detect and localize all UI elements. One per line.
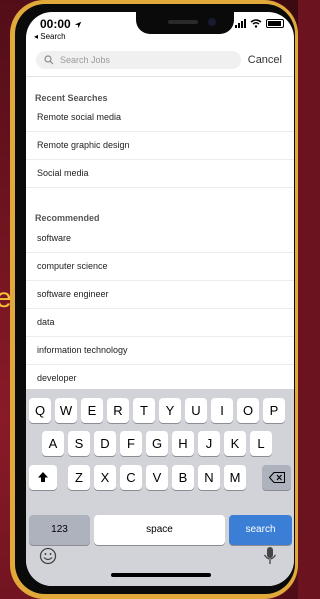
key-p[interactable]: P	[263, 398, 285, 423]
key-w[interactable]: W	[55, 398, 77, 423]
key-v[interactable]: V	[146, 465, 168, 490]
wifi-icon	[250, 19, 262, 28]
key-z[interactable]: Z	[68, 465, 90, 490]
notch	[136, 12, 234, 34]
search-input[interactable]	[60, 53, 230, 67]
key-a[interactable]: A	[42, 431, 64, 456]
key-b[interactable]: B	[172, 465, 194, 490]
recommended-label: information technology	[37, 345, 128, 355]
key-i[interactable]: I	[211, 398, 233, 423]
emoji-icon[interactable]	[39, 547, 57, 565]
delete-key[interactable]	[262, 465, 291, 490]
camera	[208, 18, 216, 26]
recommended-title: Recommended	[35, 213, 100, 223]
recent-search-label: Social media	[37, 168, 89, 178]
recent-search-label: Remote graphic design	[37, 140, 130, 150]
numbers-key[interactable]: 123	[29, 515, 90, 545]
key-g[interactable]: G	[146, 431, 168, 456]
speaker	[168, 20, 198, 24]
home-indicator	[111, 573, 211, 577]
recommended-item[interactable]: computer science	[26, 253, 294, 281]
key-o[interactable]: O	[237, 398, 259, 423]
search-icon	[44, 55, 54, 65]
key-l[interactable]: L	[250, 431, 272, 456]
key-q[interactable]: Q	[29, 398, 51, 423]
location-arrow-icon	[74, 21, 82, 29]
key-r[interactable]: R	[107, 398, 129, 423]
recommended-item[interactable]: software	[26, 225, 294, 253]
recent-search-item[interactable]: Remote social media	[26, 104, 294, 132]
space-key[interactable]: space	[94, 515, 225, 545]
key-e[interactable]: E	[81, 398, 103, 423]
recommended-label: software engineer	[37, 289, 109, 299]
recommended-item[interactable]: information technology	[26, 337, 294, 365]
recommended-label: developer	[37, 373, 77, 383]
recommended-label: software	[37, 233, 72, 243]
recent-search-label: Remote social media	[37, 112, 122, 122]
cellular-signal-icon	[235, 19, 246, 28]
cancel-button[interactable]: Cancel	[248, 54, 282, 66]
recommended-label: data	[37, 317, 55, 327]
key-x[interactable]: X	[94, 465, 116, 490]
status-time: 00:00	[40, 17, 82, 31]
key-c[interactable]: C	[120, 465, 142, 490]
search-bar: Cancel	[26, 50, 294, 74]
backspace-icon	[268, 472, 285, 483]
key-j[interactable]: J	[198, 431, 220, 456]
search-key[interactable]: search	[229, 515, 292, 545]
recent-search-item[interactable]: Remote graphic design	[26, 132, 294, 160]
key-s[interactable]: S	[68, 431, 90, 456]
recent-searches-title: Recent Searches	[35, 93, 108, 103]
shift-icon	[38, 472, 48, 482]
key-f[interactable]: F	[120, 431, 142, 456]
recommended-label: computer science	[37, 261, 108, 271]
back-to-search-link[interactable]: ◂ Search	[34, 32, 66, 41]
status-icons	[235, 19, 284, 28]
shift-key[interactable]	[29, 465, 57, 490]
key-u[interactable]: U	[185, 398, 207, 423]
key-h[interactable]: H	[172, 431, 194, 456]
recent-search-item[interactable]: Social media	[26, 160, 294, 188]
phone-screen: 00:00 ◂ Search Cancel Recent Searches Re…	[26, 12, 294, 586]
divider	[26, 76, 294, 77]
recommended-item[interactable]: data	[26, 309, 294, 337]
status-time-text: 00:00	[40, 17, 71, 31]
key-d[interactable]: D	[94, 431, 116, 456]
key-t[interactable]: T	[133, 398, 155, 423]
search-field[interactable]	[36, 51, 241, 69]
key-y[interactable]: Y	[159, 398, 181, 423]
key-k[interactable]: K	[224, 431, 246, 456]
recommended-item[interactable]: software engineer	[26, 281, 294, 309]
key-n[interactable]: N	[198, 465, 220, 490]
key-m[interactable]: M	[224, 465, 246, 490]
microphone-icon[interactable]	[263, 546, 277, 566]
battery-icon	[266, 19, 284, 28]
